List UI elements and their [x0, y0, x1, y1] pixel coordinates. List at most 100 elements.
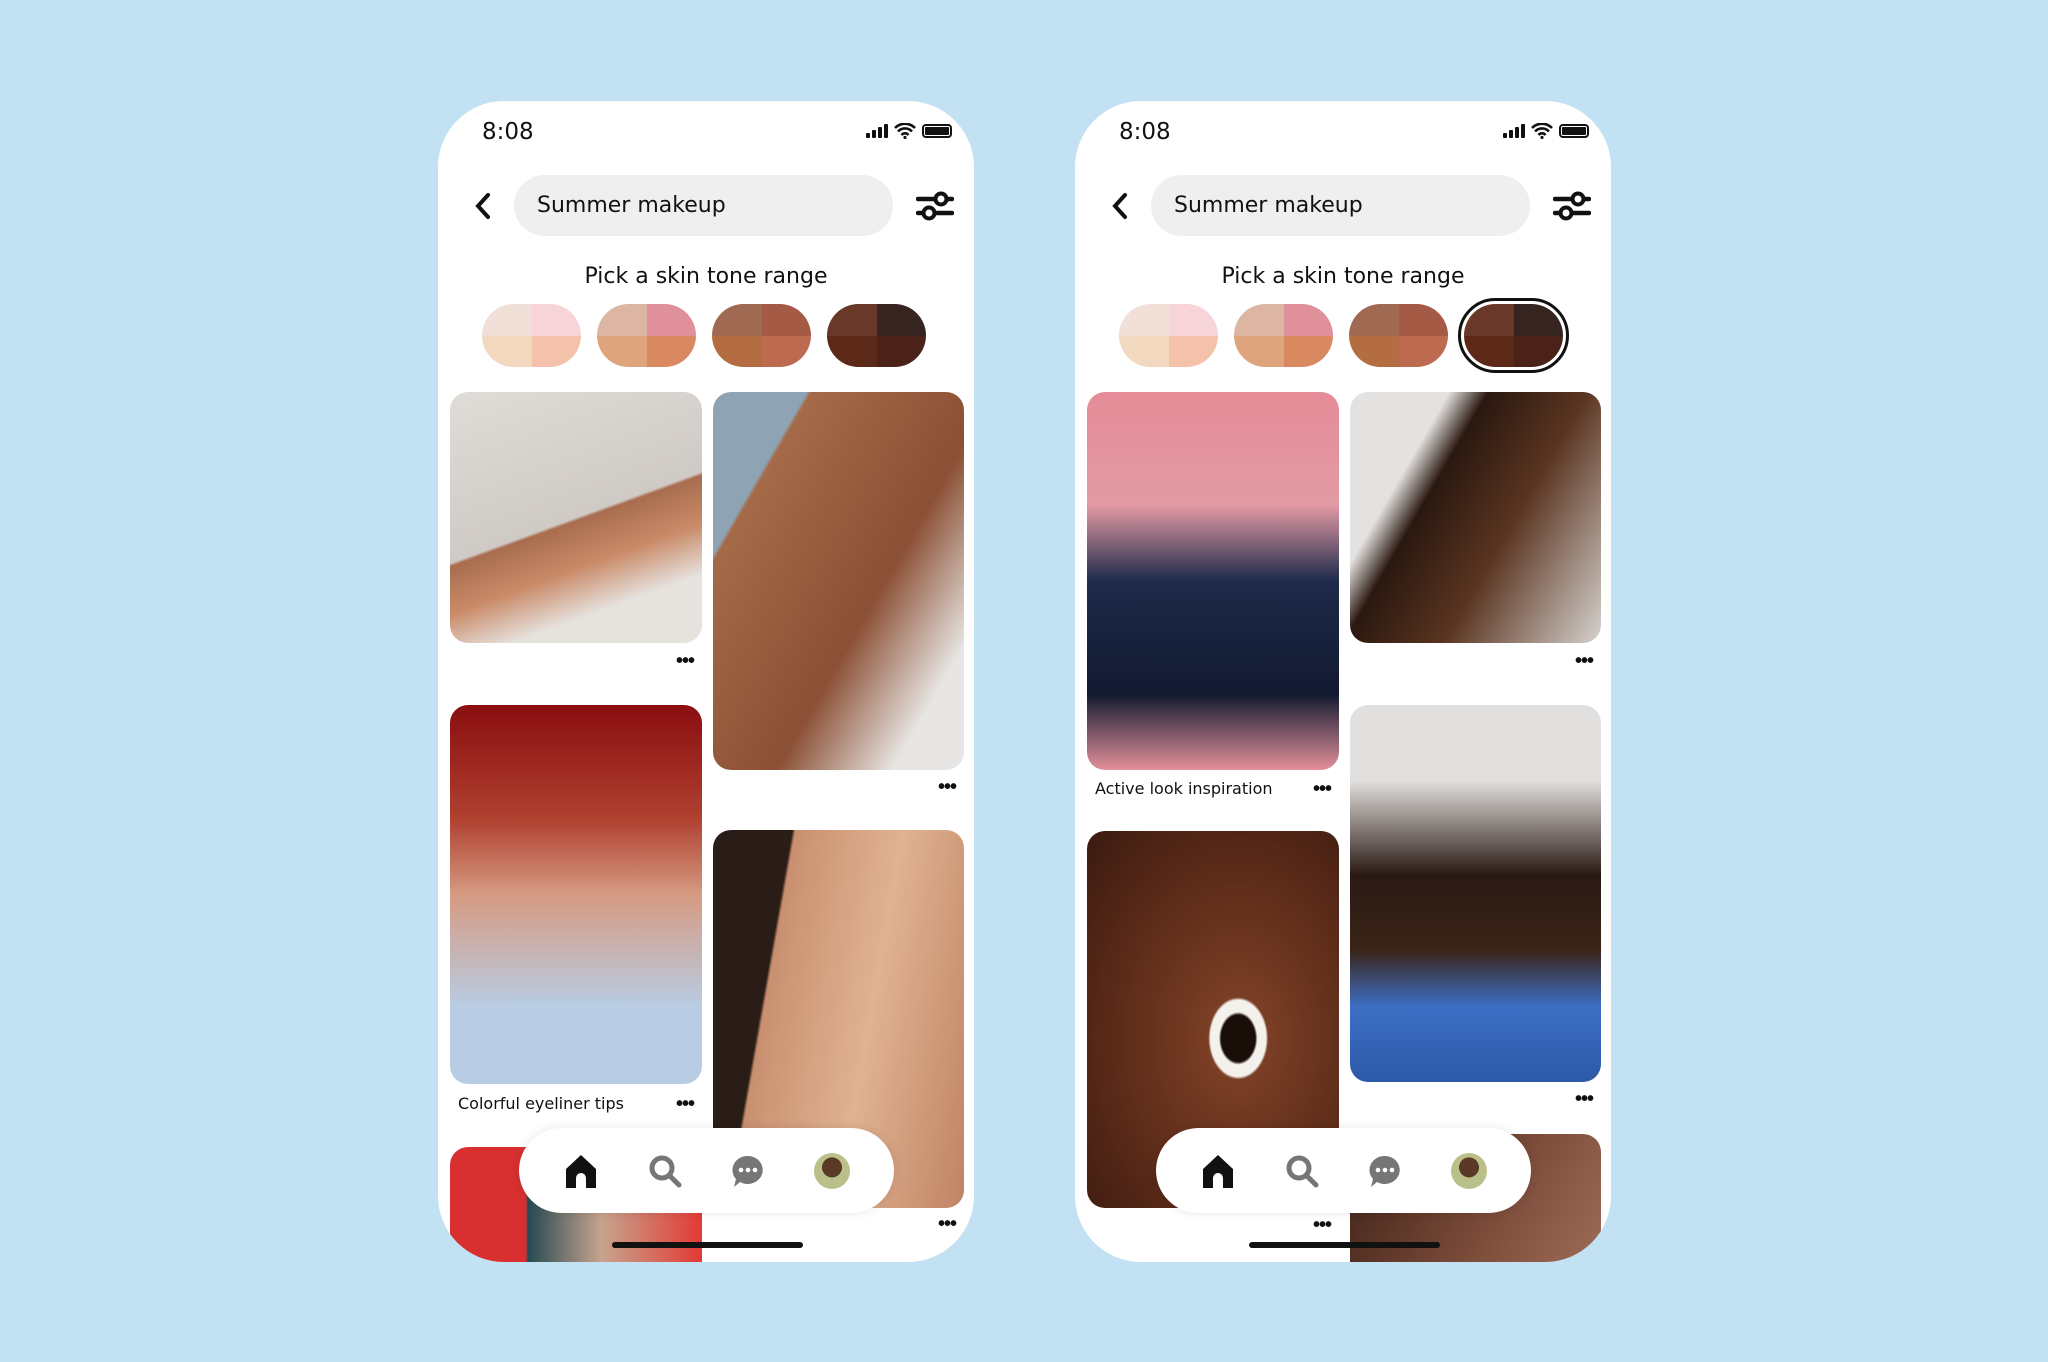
swatch-quadrant [597, 335, 647, 367]
nav-home[interactable] [563, 1153, 599, 1189]
nav-search[interactable] [647, 1153, 683, 1189]
nav-messages[interactable] [730, 1153, 766, 1189]
swatch-quadrant [1464, 335, 1514, 367]
filter-button[interactable] [1552, 189, 1592, 223]
nav-search[interactable] [1284, 1153, 1320, 1189]
pin-image[interactable] [713, 392, 964, 770]
search-input[interactable]: Summer makeup [1151, 175, 1530, 236]
skin-tone-swatch-4[interactable] [827, 304, 926, 367]
messages-icon [1369, 1155, 1401, 1187]
pin-image[interactable] [1350, 705, 1601, 1082]
pin-image[interactable] [1087, 392, 1339, 770]
pin-caption[interactable]: Colorful eyeliner tips [458, 1094, 624, 1113]
skin-tone-swatch-3[interactable] [1349, 304, 1448, 367]
status-time: 8:08 [482, 119, 534, 145]
swatch-quadrant [482, 335, 532, 367]
status-icons [1503, 123, 1589, 139]
swatch-quadrant [1168, 304, 1218, 336]
home-indicator [612, 1242, 803, 1248]
swatch-quadrant [1398, 335, 1448, 367]
back-button[interactable] [468, 189, 498, 223]
nav-profile-avatar[interactable] [814, 1152, 851, 1189]
search-input[interactable]: Summer makeup [514, 175, 893, 236]
swatch-quadrant [482, 304, 532, 336]
swatch-quadrant [1234, 304, 1284, 336]
skin-tone-swatch-2[interactable] [597, 304, 696, 367]
wifi-icon [1531, 123, 1553, 139]
pin-image[interactable] [450, 392, 702, 643]
swatch-quadrant [1119, 304, 1169, 336]
swatch-quadrant [1168, 335, 1218, 367]
search-input-value[interactable]: Summer makeup [537, 193, 726, 218]
swatch-quadrant [712, 335, 762, 367]
skin-tone-swatch-1[interactable] [1119, 304, 1218, 367]
swatch-quadrant [1349, 335, 1399, 367]
swatch-quadrant [1464, 304, 1514, 336]
chevron-left-icon [1112, 193, 1127, 219]
pin-more-button[interactable]: ••• [1575, 1089, 1594, 1109]
skin-tone-swatch-1[interactable] [482, 304, 581, 367]
swatch-quadrant [827, 335, 877, 367]
pin-image[interactable] [450, 705, 702, 1084]
swatch-quadrant [1283, 304, 1333, 336]
nav-messages[interactable] [1367, 1153, 1403, 1189]
nav-home[interactable] [1200, 1153, 1236, 1189]
home-indicator [1249, 1242, 1440, 1248]
status-icons [866, 123, 952, 139]
signal-icon [1503, 124, 1525, 138]
battery-icon [1559, 124, 1589, 138]
pin-more-button[interactable]: ••• [938, 1214, 957, 1234]
swatch-quadrant [761, 304, 811, 336]
phone-screen-2: 8:08 Summer makeup Pick a skin tone rang… [1075, 101, 1611, 1262]
home-icon [1202, 1154, 1233, 1188]
swatch-quadrant [1119, 335, 1169, 367]
pin-more-button[interactable]: ••• [1313, 779, 1332, 799]
signal-icon [866, 124, 888, 138]
battery-icon [922, 124, 952, 138]
swatch-quadrant [876, 335, 926, 367]
pin-more-button[interactable]: ••• [1575, 651, 1594, 671]
swatch-quadrant [1349, 304, 1399, 336]
pin-caption[interactable]: Active look inspiration [1095, 779, 1273, 798]
nav-profile-avatar[interactable] [1451, 1152, 1488, 1189]
swatch-quadrant [761, 335, 811, 367]
swatch-quadrant [827, 304, 877, 336]
pin-image[interactable] [1350, 392, 1601, 643]
pin-more-button[interactable]: ••• [676, 1094, 695, 1114]
messages-icon [732, 1155, 764, 1187]
skin-tone-swatch-4[interactable] [1458, 298, 1569, 373]
sliders-icon [915, 191, 955, 221]
search-icon [649, 1155, 682, 1187]
wifi-icon [894, 123, 916, 139]
swatch-quadrant [531, 335, 581, 367]
bottom-nav [1156, 1128, 1531, 1213]
bottom-nav [519, 1128, 894, 1213]
swatch-quadrant [646, 335, 696, 367]
swatch-quadrant [1513, 335, 1563, 367]
swatch-quadrant [1283, 335, 1333, 367]
skin-tone-swatch-2[interactable] [1234, 304, 1333, 367]
chevron-left-icon [475, 193, 490, 219]
swatch-quadrant [531, 304, 581, 336]
swatch-quadrant [597, 304, 647, 336]
skin-tone-swatch-3[interactable] [712, 304, 811, 367]
back-button[interactable] [1105, 189, 1135, 223]
swatch-quadrant [876, 304, 926, 336]
swatch-quadrant [1234, 335, 1284, 367]
skin-tone-title: Pick a skin tone range [1221, 264, 1465, 289]
phone-screen-1: 8:08 Summer makeup Pick a skin tone rang… [438, 101, 974, 1262]
status-time: 8:08 [1119, 119, 1171, 145]
home-icon [565, 1154, 596, 1188]
swatch-quadrant [646, 304, 696, 336]
swatch-quadrant [1513, 304, 1563, 336]
sliders-icon [1552, 191, 1592, 221]
search-icon [1286, 1155, 1319, 1187]
pin-more-button[interactable]: ••• [1313, 1215, 1332, 1235]
skin-tone-title: Pick a skin tone range [584, 264, 828, 289]
filter-button[interactable] [915, 189, 955, 223]
swatch-quadrant [712, 304, 762, 336]
pin-more-button[interactable]: ••• [676, 651, 695, 671]
pin-more-button[interactable]: ••• [938, 777, 957, 797]
swatch-quadrant [1398, 304, 1448, 336]
search-input-value[interactable]: Summer makeup [1174, 193, 1363, 218]
